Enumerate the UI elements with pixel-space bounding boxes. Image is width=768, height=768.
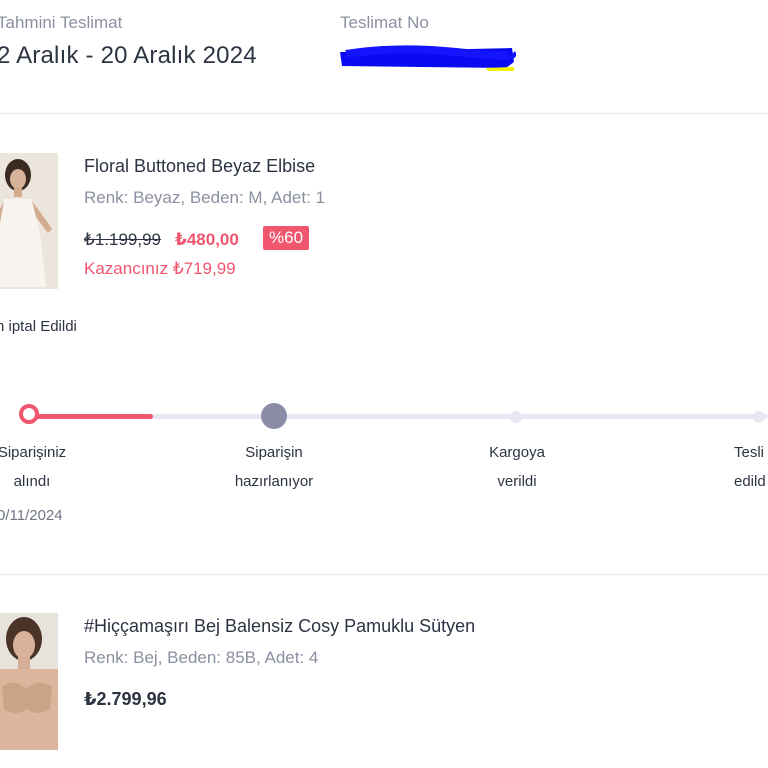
- step-3-line2: verildi: [497, 473, 537, 490]
- step-2-line1: Siparişin: [245, 444, 303, 461]
- product-meta: Renk: Bej, Beden: 85B, Adet: 4: [84, 648, 319, 667]
- product-price: ₺2.799,96: [84, 689, 167, 709]
- step-1-marker: [19, 404, 39, 424]
- step-3-marker: [510, 411, 522, 423]
- step-4-marker: [753, 411, 765, 423]
- delivery-number-label: Teslimat No: [340, 13, 429, 32]
- old-price: ₺1.199,99: [84, 230, 161, 249]
- product-name[interactable]: #Hiççamaşırı Bej Balensiz Cosy Pamuklu S…: [84, 616, 475, 637]
- redacted-delivery-number: [340, 45, 516, 71]
- step-3-line1: Kargoya: [489, 444, 545, 461]
- product-name[interactable]: Floral Buttoned Beyaz Elbise: [84, 156, 315, 177]
- step-4-line1: Tesli: [734, 444, 765, 461]
- cancel-status: n iptal Edildi: [0, 318, 77, 335]
- divider: [0, 113, 768, 114]
- step-2-marker: [261, 403, 287, 429]
- step-4-label: Tesli edild: [734, 438, 768, 496]
- discount-badge: %60: [263, 226, 310, 250]
- new-price: ₺480,00: [175, 230, 239, 249]
- step-4-line2: edild: [734, 473, 766, 490]
- step-1-label: Siparişiniz alındı: [0, 438, 73, 496]
- product-image-dress[interactable]: [0, 153, 58, 289]
- estimated-delivery-value: 2 Aralık - 20 Aralık 2024: [0, 42, 257, 69]
- estimated-delivery-label: Tahmini Teslimat: [0, 13, 123, 32]
- step-2-line2: hazırlanıyor: [234, 473, 314, 490]
- product-meta: Renk: Beyaz, Beden: M, Adet: 1: [84, 188, 325, 207]
- step-2-label: Siparişin hazırlanıyor: [214, 438, 334, 496]
- step-1-date: 0/11/2024: [0, 507, 63, 524]
- savings-text: Kazancınız ₺719,99: [84, 259, 236, 278]
- step-1-line1: Siparişiniz: [0, 444, 67, 461]
- step-3-label: Kargoya verildi: [470, 438, 564, 496]
- product-image-bra[interactable]: [0, 613, 58, 750]
- progress-fill: [20, 414, 153, 419]
- step-1-line2: alındı: [13, 473, 51, 490]
- divider: [0, 574, 768, 575]
